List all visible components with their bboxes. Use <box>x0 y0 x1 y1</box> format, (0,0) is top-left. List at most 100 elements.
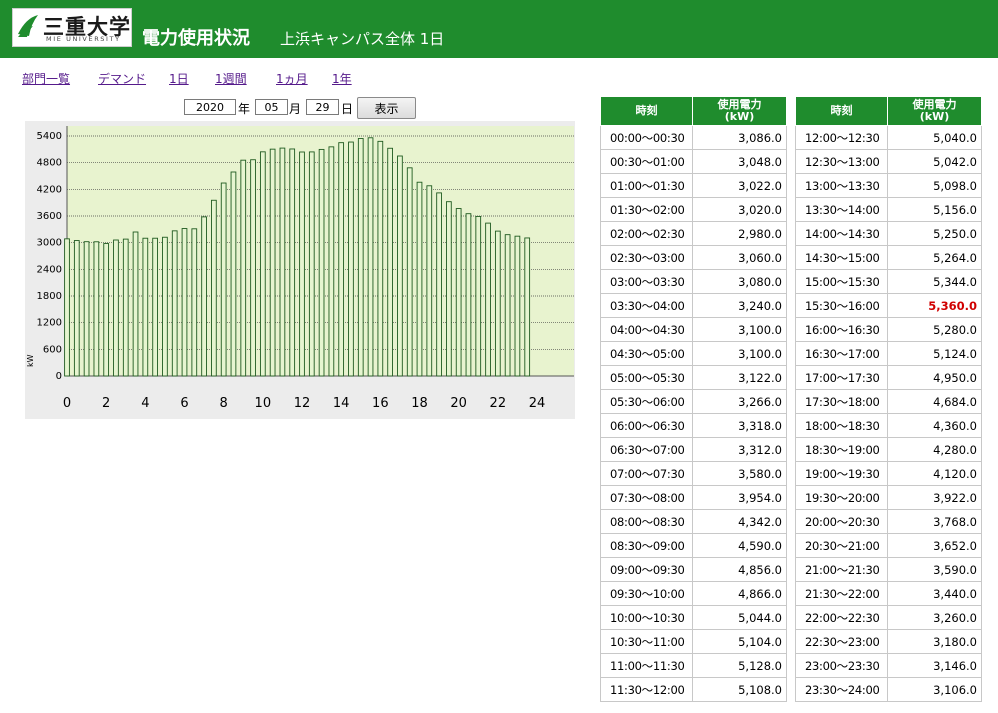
nav-link-day[interactable]: 1日 <box>169 70 189 87</box>
chart-bar <box>181 228 188 377</box>
x-tick-label: 10 <box>255 396 272 411</box>
month-input[interactable] <box>255 99 288 115</box>
table-row: 10:00～10:30 5,044.0 <box>600 605 787 630</box>
table-row: 04:30～05:00 3,100.0 <box>600 341 787 366</box>
nav-link-month[interactable]: 1ヵ月 <box>276 70 308 87</box>
time-cell: 04:30～05:00 <box>600 341 693 366</box>
usage-cell: 3,106.0 <box>887 677 982 702</box>
time-cell: 07:30～08:00 <box>600 485 693 510</box>
usage-cell: 5,250.0 <box>887 221 982 246</box>
chart-bar <box>152 237 158 377</box>
time-cell: 15:00～15:30 <box>795 269 888 294</box>
time-cell: 19:00～19:30 <box>795 461 888 486</box>
usage-cell: 4,866.0 <box>692 581 787 606</box>
table-row: 16:00～16:30 5,280.0 <box>795 317 982 342</box>
usage-cell: 3,440.0 <box>887 581 982 606</box>
time-cell: 13:00～13:30 <box>795 173 888 198</box>
table-row: 11:30～12:00 5,108.0 <box>600 677 787 702</box>
x-tick-label: 6 <box>180 396 188 411</box>
time-cell: 20:00～20:30 <box>795 509 888 534</box>
chart-bar <box>436 192 442 377</box>
table-row: 23:00～23:30 3,146.0 <box>795 653 982 678</box>
table-row: 10:30～11:00 5,104.0 <box>600 629 787 654</box>
nav-link-demand[interactable]: デマンド <box>98 70 146 87</box>
day-input[interactable] <box>306 99 339 115</box>
time-cell: 06:00～06:30 <box>600 413 693 438</box>
chart-bar <box>475 215 482 377</box>
table-row: 09:30～10:00 4,866.0 <box>600 581 787 606</box>
table-row: 14:00～14:30 5,250.0 <box>795 221 982 246</box>
nav-link-year[interactable]: 1年 <box>332 70 352 87</box>
chart-bar <box>308 151 315 377</box>
usage-cell: 3,060.0 <box>692 245 787 270</box>
usage-cell: 3,954.0 <box>692 485 787 510</box>
page-header: 三重大学 MIE UNIVERSITY 電力使用状況 上浜キャンパス全体 1日 <box>0 0 998 58</box>
chart-bar <box>83 241 90 377</box>
usage-cell: 5,344.0 <box>887 269 982 294</box>
chart-bar <box>250 159 256 377</box>
usage-cell: 3,580.0 <box>692 461 787 486</box>
usage-cell: 5,104.0 <box>692 629 787 654</box>
usage-cell: 3,318.0 <box>692 413 787 438</box>
time-cell: 01:30～02:00 <box>600 197 693 222</box>
chart-bar <box>211 199 217 377</box>
chart-bar <box>367 137 374 377</box>
year-input[interactable] <box>184 99 236 115</box>
x-tick-label: 8 <box>220 396 228 411</box>
table-row: 21:00～21:30 3,590.0 <box>795 557 982 582</box>
time-cell: 21:00～21:30 <box>795 557 888 582</box>
usage-cell: 5,042.0 <box>887 149 982 174</box>
table-row: 03:00～03:30 3,080.0 <box>600 269 787 294</box>
x-tick-label: 4 <box>141 396 149 411</box>
usage-cell: 3,146.0 <box>887 653 982 678</box>
chart-bar <box>113 239 119 377</box>
table-row: 04:00～04:30 3,100.0 <box>600 317 787 342</box>
table-row: 05:00～05:30 3,122.0 <box>600 365 787 390</box>
time-cell: 11:00～11:30 <box>600 653 693 678</box>
table-row: 08:30～09:00 4,590.0 <box>600 533 787 558</box>
y-tick-label: 600 <box>43 344 62 355</box>
table-row: 23:30～24:00 3,106.0 <box>795 677 982 702</box>
table-row: 13:30～14:00 5,156.0 <box>795 197 982 222</box>
show-button[interactable]: 表示 <box>357 97 416 119</box>
power-usage-chart-svg: 0600120018002400300036004200480054000 2 4 6… <box>37 126 574 411</box>
table-row: 20:30～21:00 3,652.0 <box>795 533 982 558</box>
usage-cell: 3,022.0 <box>692 173 787 198</box>
time-cell: 01:00～01:30 <box>600 173 693 198</box>
table-row: 05:30～06:00 3,266.0 <box>600 389 787 414</box>
university-logo[interactable]: 三重大学 MIE UNIVERSITY <box>12 8 132 47</box>
table-row: 15:30～16:00 5,360.0 <box>795 293 982 318</box>
page-subtitle: 上浜キャンパス全体 1日 <box>280 30 445 48</box>
chart-bar <box>357 138 364 377</box>
chart-bar <box>64 238 70 377</box>
x-tick-label: 0 <box>63 396 71 411</box>
table-row: 01:30～02:00 3,020.0 <box>600 197 787 222</box>
usage-cell: 3,048.0 <box>692 149 787 174</box>
time-cell: 03:00～03:30 <box>600 269 693 294</box>
table-row: 22:30～23:00 3,180.0 <box>795 629 982 654</box>
usage-cell: 3,768.0 <box>887 509 982 534</box>
chart-bar <box>259 151 266 377</box>
usage-cell: 5,280.0 <box>887 317 982 342</box>
usage-cell: 4,856.0 <box>692 557 787 582</box>
table-row: 20:00～20:30 3,768.0 <box>795 509 982 534</box>
time-cell: 14:30～15:00 <box>795 245 888 270</box>
time-cell: 05:00～05:30 <box>600 365 693 390</box>
usage-cell: 5,156.0 <box>887 197 982 222</box>
usage-cell: 3,086.0 <box>692 125 787 150</box>
chart-bar <box>426 185 433 377</box>
y-axis-label: kW <box>26 354 35 367</box>
time-cell: 18:30～19:00 <box>795 437 888 462</box>
chart-bar <box>240 159 247 377</box>
chart-bar <box>201 216 207 377</box>
time-cell: 09:00～09:30 <box>600 557 693 582</box>
chart-bar <box>162 236 168 377</box>
table-row: 00:00～00:30 3,086.0 <box>600 125 787 150</box>
usage-cell: 5,098.0 <box>887 173 982 198</box>
nav-link-departments[interactable]: 部門一覧 <box>22 70 70 87</box>
table-row: 19:30～20:00 3,922.0 <box>795 485 982 510</box>
nav-link-week[interactable]: 1週間 <box>215 70 247 87</box>
usage-cell: 5,128.0 <box>692 653 787 678</box>
usage-cell: 3,260.0 <box>887 605 982 630</box>
time-cell: 12:00～12:30 <box>795 125 888 150</box>
